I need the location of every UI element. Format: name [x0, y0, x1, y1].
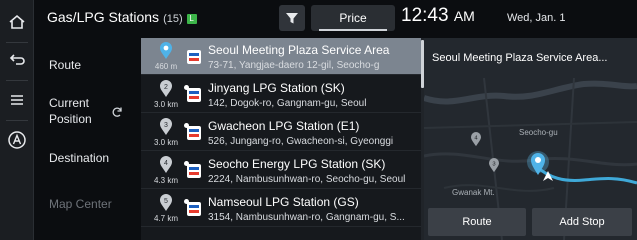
rail-divider	[6, 80, 28, 81]
pin-number: 3	[164, 122, 168, 129]
clock-ampm: AM	[453, 8, 475, 24]
assistant-icon[interactable]	[5, 128, 29, 152]
station-distance: 3.0 km	[153, 100, 178, 109]
pin-number: 2	[164, 84, 168, 91]
route-button[interactable]: Route	[428, 208, 526, 236]
price-sort-button[interactable]: Price	[311, 5, 395, 31]
station-name: Seocho Energy LPG Station (SK)	[208, 157, 386, 171]
menu-route[interactable]: Route	[49, 57, 81, 73]
menu-current-position-line2: Position	[49, 112, 92, 126]
map-pin-icon: 2	[160, 80, 172, 97]
map-action-bar: Route Add Stop	[424, 204, 637, 240]
pin-number: 5	[164, 198, 168, 205]
menu-destination[interactable]: Destination	[49, 150, 109, 166]
add-stop-button[interactable]: Add Stop	[532, 208, 632, 236]
map-title: Seoul Meeting Plaza Service Area...	[432, 52, 608, 64]
home-icon[interactable]	[5, 10, 29, 34]
brand-logo-icon	[187, 50, 201, 64]
station-address: 73-71, Yangjae-daero 12-gil, Seocho-g	[208, 60, 380, 71]
station-distance: 4.7 km	[153, 214, 178, 223]
map-pin-number: 3	[492, 162, 495, 168]
list-item[interactable]: 4 4.3 km Seocho Energy LPG Station (SK) …	[141, 152, 421, 189]
menu-current-position-line1: Current	[49, 96, 90, 110]
station-name: Jinyang LPG Station (SK)	[208, 81, 345, 95]
station-distance: 4.3 km	[153, 176, 178, 185]
map-pin-icon: 3	[160, 118, 172, 135]
map-place-label: Seocho-gu	[519, 128, 558, 137]
rail-divider	[6, 120, 28, 121]
list-item[interactable]: 460 m Seoul Meeting Plaza Service Area 7…	[141, 38, 421, 75]
map-pin-icon[interactable]: 4	[470, 132, 482, 147]
station-address: 526, Jungang-ro, Gwacheon-si, Gyeonggi	[208, 136, 394, 147]
station-list: 460 m Seoul Meeting Plaza Service Area 7…	[141, 38, 421, 240]
menu-current-position[interactable]: Current Position	[49, 95, 92, 127]
station-name: Namseoul LPG Station (GS)	[208, 195, 359, 209]
map-pin-icon: 5	[160, 194, 172, 211]
pin-number: 4	[164, 160, 168, 167]
menu-map-center: Map Center	[49, 197, 112, 211]
brand-logo-icon	[187, 202, 201, 216]
left-rail	[0, 0, 34, 240]
station-count: (15)	[163, 13, 183, 25]
filter-button[interactable]	[279, 5, 305, 31]
rail-divider	[6, 42, 28, 43]
date-label: Wed, Jan. 1	[507, 12, 566, 24]
header-bar: Gas/LPG Stations (15) L Price 12:43 AM Wed…	[35, 0, 637, 38]
filter-icon	[286, 13, 298, 24]
list-item[interactable]: 3 3.0 km Gwacheon LPG Station (E1) 526, …	[141, 114, 421, 151]
station-distance: 3.0 km	[153, 138, 178, 147]
list-item[interactable]: 5 4.7 km Namseoul LPG Station (GS) 3154,…	[141, 190, 421, 227]
map-pin-icon[interactable]: 3	[488, 158, 500, 173]
side-menu: Route Current Position Destination Map C…	[35, 38, 141, 240]
lpg-badge: L	[186, 14, 197, 24]
car-position-icon	[543, 171, 553, 181]
map-pin-icon: 4	[160, 156, 172, 173]
clock: 12:43 AM	[401, 5, 475, 27]
brand-logo-icon	[187, 88, 201, 102]
refresh-icon[interactable]	[111, 105, 123, 123]
map-place-label: Gwanak Mt.	[452, 188, 495, 197]
station-distance: 460 m	[154, 62, 178, 71]
back-icon[interactable]	[5, 48, 29, 72]
station-address: 3154, Nambusunhwan-ro, Gangnam-gu, S...	[208, 212, 405, 223]
clock-time: 12:43	[401, 5, 449, 26]
list-item[interactable]: 2 3.0 km Jinyang LPG Station (SK) 142, D…	[141, 76, 421, 113]
page-title-text: Gas/LPG Stations	[47, 9, 160, 25]
page-title: Gas/LPG Stations (15) L	[47, 9, 197, 25]
station-address: 2224, Nambusunhwan-ro, Seocho-gu, Seoul	[208, 174, 406, 185]
brand-logo-icon	[187, 164, 201, 178]
menu-icon[interactable]	[5, 88, 29, 112]
map-pin-icon	[160, 42, 172, 59]
brand-logo-icon	[187, 126, 201, 140]
map-preview[interactable]: Seoul Meeting Plaza Service Area... Seoc…	[424, 38, 637, 240]
station-name: Seoul Meeting Plaza Service Area	[208, 43, 390, 57]
station-name: Gwacheon LPG Station (E1)	[208, 119, 360, 133]
station-address: 142, Dogok-ro, Gangnam-gu, Seoul	[208, 98, 367, 109]
